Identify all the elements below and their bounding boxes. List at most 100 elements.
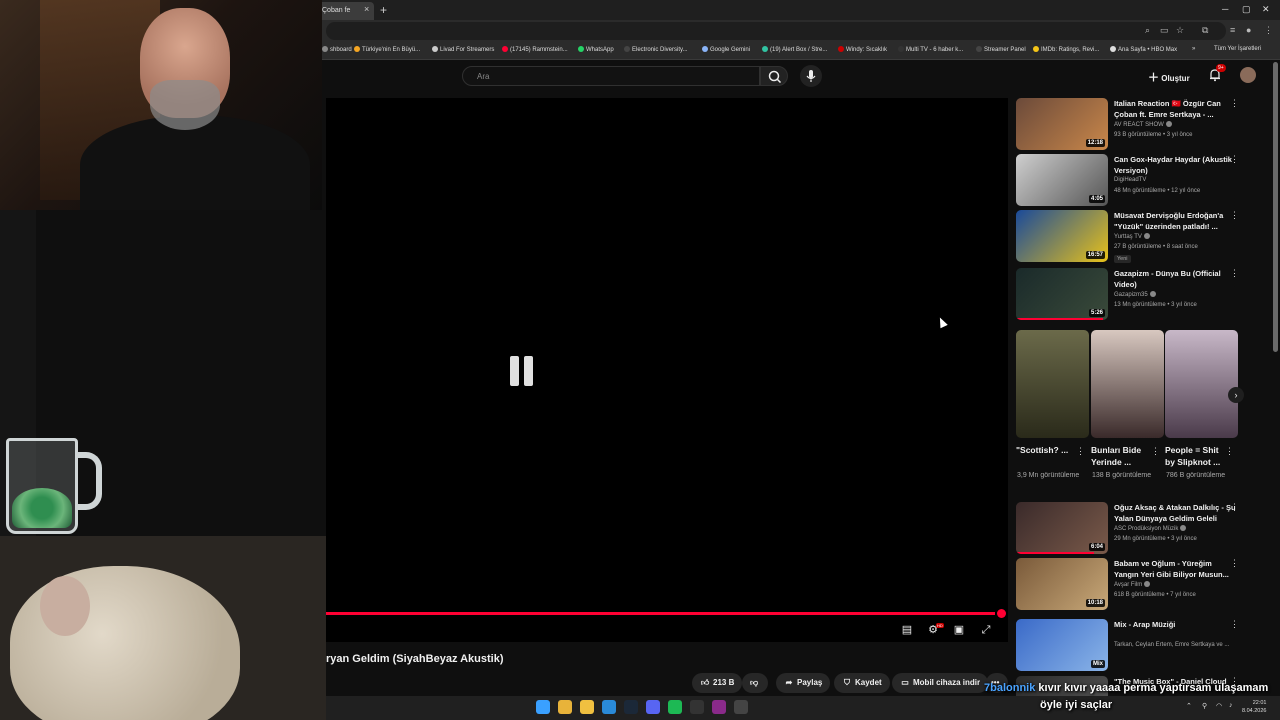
channel-name[interactable]: AV REACT SHOW xyxy=(1114,121,1172,128)
share-button[interactable]: ➦ Paylaş xyxy=(776,673,831,693)
steam-icon[interactable] xyxy=(624,700,638,714)
more-options-icon[interactable]: ⋮ xyxy=(1076,446,1085,457)
omnibox[interactable] xyxy=(326,22,1226,40)
short-title[interactable]: "Scottish? ... xyxy=(1016,444,1078,456)
video-thumbnail[interactable]: 6:04 xyxy=(1016,502,1108,554)
wifi-icon[interactable]: ◠ xyxy=(1216,702,1222,710)
more-options-icon[interactable]: ⋮ xyxy=(1151,446,1160,457)
video-title[interactable]: Müsavat Dervişoğlu Erdoğan'a "Yüzük" üze… xyxy=(1114,210,1236,232)
create-button[interactable]: ＋ Oluştur xyxy=(1148,69,1190,85)
video-thumbnail[interactable]: Mix xyxy=(1016,619,1108,671)
windows-start-icon[interactable] xyxy=(536,700,550,714)
video-title[interactable]: Italian Reaction 🇹🇷 Özgür Can Çoban ft. … xyxy=(1114,98,1236,120)
more-options-icon[interactable]: ⋮ xyxy=(1225,446,1234,457)
dislike-button[interactable]: 👎︎ xyxy=(742,673,768,693)
pause-icon[interactable] xyxy=(510,356,534,386)
bookmark-item[interactable]: WhatsApp xyxy=(578,46,614,53)
all-bookmarks-button[interactable]: Tüm Yer İşaretleri xyxy=(1214,46,1261,52)
bookmark-item[interactable]: Ana Sayfa • HBO Max xyxy=(1110,46,1177,53)
star-icon[interactable]: ☆ xyxy=(1176,25,1184,36)
obs-icon[interactable] xyxy=(734,700,748,714)
short-title[interactable]: Bunları Bide Yerinde ... xyxy=(1091,444,1153,468)
epic-games-icon[interactable] xyxy=(690,700,704,714)
recommended-video[interactable]: 12:18 Italian Reaction 🇹🇷 Özgür Can Çoban… xyxy=(1016,98,1266,150)
more-options-icon[interactable]: ⋮ xyxy=(1230,268,1239,279)
short-thumbnail[interactable] xyxy=(1016,330,1089,438)
recommended-video[interactable]: 5:26 Gazapizm - Dünya Bu (Official Video)… xyxy=(1016,268,1266,320)
minimize-icon[interactable]: ─ xyxy=(1222,4,1228,14)
video-title[interactable]: Gazapizm - Dünya Bu (Official Video) xyxy=(1114,268,1236,290)
video-thumbnail[interactable]: 16:57 xyxy=(1016,210,1108,262)
recommended-video[interactable]: 16:57 Müsavat Dervişoğlu Erdoğan'a "Yüzük… xyxy=(1016,210,1266,263)
bookmark-item[interactable]: Electronic Diversity... xyxy=(624,46,688,53)
short-thumbnail[interactable] xyxy=(1091,330,1164,438)
recommended-video[interactable]: 6:04 Oğuz Aksaç & Atakan Dalkılıç - Şu Ya… xyxy=(1016,502,1266,554)
video-thumbnail[interactable]: 10:18 xyxy=(1016,558,1108,610)
scrollbar[interactable] xyxy=(1273,62,1278,352)
progress-scrubber[interactable] xyxy=(997,609,1006,618)
search-input[interactable]: Ara xyxy=(462,66,760,86)
bookmark-item[interactable]: (19) Alert Box / Stre... xyxy=(762,46,827,53)
video-thumbnail[interactable]: 12:18 xyxy=(1016,98,1108,150)
maximize-icon[interactable]: ▢ xyxy=(1242,4,1251,15)
progress-bar[interactable] xyxy=(326,612,996,615)
video-player[interactable] xyxy=(326,98,1008,642)
save-button[interactable]: ⛉ Kaydet xyxy=(834,673,890,693)
spotify-icon[interactable] xyxy=(668,700,682,714)
menu-icon[interactable]: ⋮ xyxy=(1264,25,1273,36)
discord-icon[interactable] xyxy=(646,700,660,714)
more-options-icon[interactable]: ⋮ xyxy=(1230,154,1239,165)
cast-icon[interactable]: ▭ xyxy=(1160,25,1169,36)
bookmark-item[interactable]: Google Gemini xyxy=(702,46,750,53)
more-options-icon[interactable]: ⋮ xyxy=(1230,98,1239,109)
bookmark-item[interactable]: Türkiye'nin En Büyü... xyxy=(354,46,420,53)
recommended-video[interactable]: 10:18 Babam ve Oğlum - Yüreğim Yangın Yer… xyxy=(1016,558,1266,610)
video-title[interactable]: Mix - Arap Müziği xyxy=(1114,619,1236,630)
bookmark-item[interactable]: Multi TV - 6 haber k... xyxy=(898,46,963,53)
more-options-icon[interactable]: ⋮ xyxy=(1230,210,1239,221)
bookmark-item[interactable]: Windy: Sıcaklık xyxy=(838,46,887,53)
tab-close-icon[interactable]: × xyxy=(364,4,369,14)
short-title[interactable]: People = Shit by Slipknot ... xyxy=(1165,444,1227,468)
chrome-icon[interactable] xyxy=(558,700,572,714)
channel-name[interactable]: DigiHeadTV xyxy=(1114,177,1146,183)
more-options-icon[interactable]: ⋮ xyxy=(1230,619,1239,630)
edge-icon[interactable] xyxy=(602,700,616,714)
recommended-video[interactable]: 4:05 Can Gox-Haydar Haydar (Akustik Versi… xyxy=(1016,154,1266,206)
voice-search-button[interactable] xyxy=(800,65,822,87)
fullscreen-icon[interactable]: ⤢ xyxy=(979,623,993,637)
avatar[interactable] xyxy=(1240,67,1256,83)
streaming-app-icon[interactable] xyxy=(712,700,726,714)
channel-name[interactable]: Avşar Film xyxy=(1114,581,1151,588)
more-options-icon[interactable]: ⋮ xyxy=(1230,558,1239,569)
video-thumbnail[interactable]: 4:05 xyxy=(1016,154,1108,206)
new-tab-button[interactable]: + xyxy=(380,3,387,17)
channel-name[interactable]: Gazapizm35 xyxy=(1114,291,1156,298)
media-icon[interactable]: ≡ xyxy=(1230,25,1235,35)
close-window-icon[interactable]: ✕ xyxy=(1262,4,1270,15)
short-thumbnail[interactable] xyxy=(1165,330,1238,438)
file-explorer-icon[interactable] xyxy=(580,700,594,714)
shorts-next-button[interactable]: › xyxy=(1228,387,1244,403)
video-title[interactable]: Babam ve Oğlum - Yüreğim Yangın Yeri Gib… xyxy=(1114,558,1236,580)
more-options-icon[interactable]: ⋮ xyxy=(1230,502,1239,513)
channel-name[interactable]: Tarkan, Ceylan Ertem, Emre Sertkaya ve .… xyxy=(1114,642,1229,648)
video-title[interactable]: Oğuz Aksaç & Atakan Dalkılıç - Şu Yalan … xyxy=(1114,502,1236,524)
bookmark-item[interactable]: Livad For Streamers xyxy=(432,46,494,53)
video-thumbnail[interactable]: 5:26 xyxy=(1016,268,1108,320)
tray-chevron-icon[interactable]: ⌃ xyxy=(1186,702,1192,710)
miniplayer-icon[interactable]: ▣ xyxy=(952,623,966,637)
channel-name[interactable]: ASC Prodüksiyon Müzik xyxy=(1114,525,1187,532)
search-button[interactable] xyxy=(760,66,788,86)
extensions-icon[interactable]: ⧉ xyxy=(1202,25,1208,36)
bookmark-item[interactable]: IMDb: Ratings, Revi... xyxy=(1033,46,1099,53)
download-button[interactable]: ▭ Mobil cihaza indir xyxy=(892,673,989,693)
volume-icon[interactable]: ♪ xyxy=(1229,702,1233,709)
bookmark-item[interactable]: (17145) Rammstein... xyxy=(502,46,568,53)
bookmarks-more-button[interactable]: » xyxy=(1192,46,1195,52)
like-button[interactable]: 👍︎ 213 B xyxy=(692,673,743,693)
channel-name[interactable]: Yurttaş TV xyxy=(1114,233,1150,240)
bookmark-item[interactable]: Streamer Panel xyxy=(976,46,1026,53)
video-title[interactable]: Can Gox-Haydar Haydar (Akustik Versiyon) xyxy=(1114,154,1236,176)
subtitles-icon[interactable]: ▤ xyxy=(900,623,914,637)
